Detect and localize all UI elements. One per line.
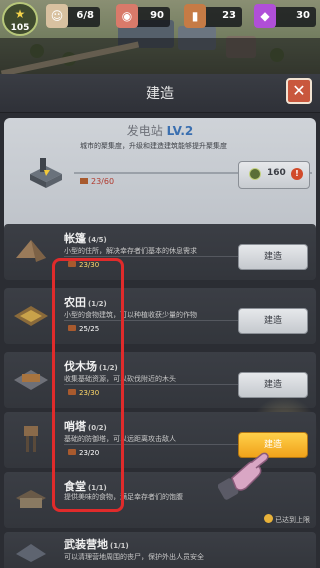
lock-icon	[264, 514, 273, 523]
build-button[interactable]: 建造	[238, 244, 308, 270]
gem-counter[interactable]: ◆ 30	[254, 4, 316, 28]
power-station-icon	[30, 158, 62, 188]
lumber-yard-icon	[14, 370, 48, 390]
resource-bar: ★ 105 ☺ 6/8 ◉ 90 ▮ 23 ◆ 30	[0, 0, 320, 38]
building-row-tent: 帐篷 (4/5) 小型的住所，解决幸存者们基本的休息需求 23/30 建造	[4, 224, 316, 280]
building-name: 武装营地	[64, 538, 108, 551]
building-count: (1/1)	[110, 542, 129, 550]
star-icon: ★	[14, 7, 26, 21]
close-button[interactable]: ✕	[286, 78, 312, 104]
wood-counter[interactable]: ▮ 23	[184, 4, 242, 28]
gem-icon: ◆	[254, 4, 276, 28]
meat-icon: ◉	[116, 4, 138, 28]
farm-icon	[14, 306, 48, 326]
watchtower-icon	[24, 426, 38, 452]
building-row-armed-camp: 武装营地 (1/1) 可以清理营地周围的丧尸，保护外出人员安全	[4, 532, 316, 568]
panel-title: 建造	[146, 86, 174, 102]
wood-icon	[80, 178, 88, 184]
tent-icon	[16, 240, 46, 262]
panel-header: 建造 ✕	[0, 74, 320, 113]
warning-icon: !	[291, 168, 303, 180]
upgrade-title: 发电站 LV.2	[4, 122, 316, 139]
canteen-icon	[16, 490, 46, 508]
build-button[interactable]: 建造	[238, 372, 308, 398]
row-divider	[64, 256, 244, 257]
player-level-badge[interactable]: ★ 105	[2, 2, 38, 36]
building-description: 小型的住所，解决幸存者们基本的休息需求	[64, 247, 197, 255]
survivor-icon: ☺	[46, 4, 68, 28]
tutorial-highlight-frame	[52, 258, 124, 512]
build-button[interactable]: 建造	[238, 308, 308, 334]
building-description: 可以清理营地周围的丧尸，保护外出人员安全	[64, 553, 204, 561]
upgrade-building-name: 发电站	[126, 124, 163, 138]
upgrade-cost: 23/60	[80, 177, 114, 186]
player-level: 105	[10, 23, 30, 33]
upgrade-description: 城市的聚集度，升级和建造建筑能够提升聚集度	[80, 142, 227, 150]
max-reached-label: 已达到上限	[264, 514, 310, 525]
upgrade-level: LV.2	[166, 124, 194, 138]
wood-icon: ▮	[184, 4, 206, 28]
building-row-farm: 农田 (1/2) 小型的食物建筑，可以种植收获少量的作物 25/25 建造	[4, 288, 316, 344]
tutorial-pointer-hand-icon	[218, 452, 269, 500]
armed-camp-icon	[16, 544, 46, 562]
building-count: (4/5)	[88, 236, 107, 244]
upgrade-button[interactable]: 160 !	[238, 161, 310, 189]
meat-counter[interactable]: ◉ 90	[116, 4, 170, 28]
coin-icon	[249, 168, 261, 180]
survivor-counter[interactable]: ☺ 6/8	[46, 4, 100, 28]
building-name: 帐篷	[64, 232, 86, 245]
